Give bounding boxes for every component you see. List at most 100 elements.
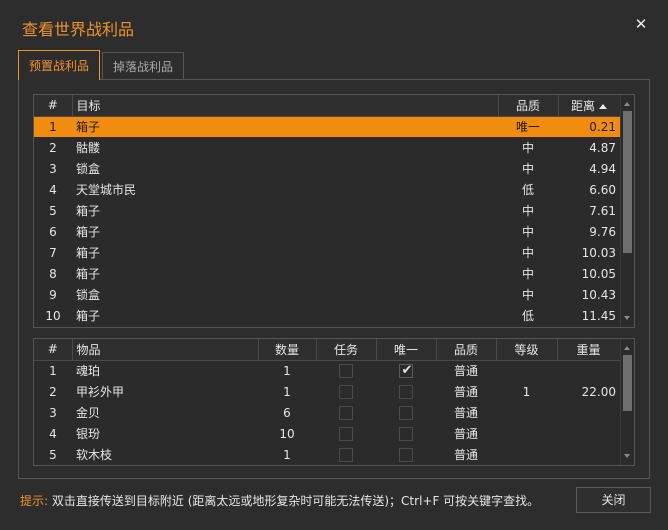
- items-grid[interactable]: # 物品 数量 任务 唯一 品质 等级 重量 1 魂珀 1 ✔ 普通 2 甲衫外甲 1 普通 1 2…: [33, 338, 635, 466]
- column-header-level[interactable]: 等级: [496, 339, 558, 361]
- quest-checkbox[interactable]: [339, 426, 353, 441]
- item-level: 1: [522, 384, 531, 399]
- item-weight: [557, 444, 620, 465]
- column-header-item[interactable]: 物品: [72, 339, 259, 361]
- quest-checkbox-cell: [316, 381, 376, 402]
- column-header-quality[interactable]: 品质: [436, 339, 497, 361]
- target-distance: 6.60: [589, 182, 616, 197]
- target-quality: 中: [521, 246, 534, 260]
- targets-scroll-thumb[interactable]: [623, 111, 632, 253]
- table-row[interactable]: 1 箱子 唯一 0.21: [34, 116, 620, 137]
- row-number: 4: [49, 426, 57, 441]
- item-level: [496, 444, 557, 465]
- table-row[interactable]: 3 锁盒 中 4.94: [34, 158, 620, 179]
- table-row[interactable]: 9 锁盒 中 10.43: [34, 284, 620, 305]
- table-row[interactable]: 2 甲衫外甲 1 普通 1 22.00: [34, 381, 620, 402]
- item-name: 银玢: [76, 427, 101, 441]
- table-row[interactable]: 6 箱子 中 9.76: [34, 221, 620, 242]
- item-level: [496, 402, 557, 423]
- item-quality: 普通: [453, 406, 478, 420]
- unique-checkbox[interactable]: [399, 384, 413, 399]
- column-header-unique[interactable]: 唯一: [376, 339, 437, 361]
- item-count: 1: [283, 384, 291, 399]
- row-number: 2: [49, 384, 57, 399]
- quest-checkbox[interactable]: [339, 447, 353, 462]
- table-row[interactable]: 5 箱子 中 7.61: [34, 200, 620, 221]
- targets-grid[interactable]: # 目标 品质 距离 1 箱子 唯一 0.21 2 骷髅中 4.87 3 锁盒中 4.94 4 天堂城…: [33, 94, 635, 328]
- item-name: 魂珀: [76, 364, 101, 379]
- target-distance: 10.05: [581, 266, 616, 281]
- table-row[interactable]: 2 骷髅 中 4.87: [34, 137, 620, 158]
- tab-dropped-loot[interactable]: 掉落战利品: [102, 52, 185, 80]
- row-number: 5: [49, 203, 57, 218]
- item-quality: 普通: [453, 364, 478, 379]
- column-header-distance-label: 距离: [570, 98, 595, 113]
- column-header-target[interactable]: 目标: [72, 95, 499, 117]
- sort-ascending-icon: [599, 103, 607, 109]
- column-header-quality[interactable]: 品质: [498, 95, 559, 117]
- target-quality: 中: [521, 141, 534, 155]
- close-icon[interactable]: ✕: [634, 17, 648, 32]
- targets-scrollbar[interactable]: [620, 95, 634, 327]
- item-quality: 普通: [453, 427, 478, 441]
- unique-checkbox[interactable]: [399, 405, 413, 420]
- table-row[interactable]: 1 魂珀 1 ✔ 普通: [34, 360, 620, 381]
- quest-checkbox[interactable]: [339, 384, 353, 399]
- items-scroll-thumb[interactable]: [623, 355, 632, 411]
- scroll-down-icon[interactable]: [624, 454, 630, 458]
- row-number: 9: [49, 287, 57, 302]
- row-number: 5: [49, 447, 57, 462]
- unique-checkbox-cell: [376, 444, 436, 465]
- target-distance: 11.45: [581, 308, 616, 323]
- table-row[interactable]: 3 金贝 6 普通: [34, 402, 620, 423]
- hint-label: 提示:: [20, 494, 49, 508]
- item-level: [496, 360, 557, 381]
- target-distance: 4.87: [589, 140, 616, 155]
- scroll-up-icon[interactable]: [624, 346, 630, 350]
- scroll-down-icon[interactable]: [624, 316, 630, 320]
- targets-table: # 目标 品质 距离 1 箱子 唯一 0.21 2 骷髅中 4.87 3 锁盒中 4.94 4 天堂城…: [34, 95, 621, 326]
- target-name: 箱子: [76, 267, 101, 281]
- target-quality: 中: [521, 267, 534, 281]
- unique-checkbox-cell: [376, 381, 436, 402]
- item-count: 6: [283, 405, 291, 420]
- table-row[interactable]: 5 软木枝 1 普通: [34, 444, 620, 465]
- column-header-count[interactable]: 数量: [258, 339, 317, 361]
- target-name: 箱子: [76, 246, 101, 260]
- target-name: 箱子: [72, 116, 498, 137]
- close-button[interactable]: 关闭: [576, 487, 651, 513]
- table-row[interactable]: 4 天堂城市民 低 6.60: [34, 179, 620, 200]
- row-number: 2: [49, 140, 57, 155]
- tab-preset-loot[interactable]: 预置战利品: [18, 50, 101, 80]
- hint-text: 提示: 双击直接传送到目标附近 (距离太远或地形复杂时可能无法传送)；Ctrl+…: [20, 492, 539, 509]
- unique-checkbox[interactable]: [399, 447, 413, 462]
- column-header-weight[interactable]: 重量: [557, 339, 621, 361]
- table-row[interactable]: 7 箱子 中 10.03: [34, 242, 620, 263]
- quest-checkbox[interactable]: [339, 405, 353, 420]
- quest-checkbox-cell: [316, 444, 376, 465]
- scroll-up-icon[interactable]: [624, 102, 630, 106]
- items-scrollbar[interactable]: [620, 339, 634, 465]
- row-number: 4: [49, 182, 57, 197]
- column-header-quest[interactable]: 任务: [316, 339, 377, 361]
- unique-checkbox[interactable]: [399, 426, 413, 441]
- unique-checkbox[interactable]: ✔: [399, 363, 413, 378]
- target-name: 天堂城市民: [76, 183, 137, 197]
- target-distance: 4.94: [589, 161, 616, 176]
- unique-checkbox-cell: [376, 402, 436, 423]
- column-header-number[interactable]: #: [34, 339, 73, 361]
- tab-panel: # 目标 品质 距离 1 箱子 唯一 0.21 2 骷髅中 4.87 3 锁盒中 4.94 4 天堂城…: [18, 79, 650, 479]
- table-row[interactable]: 8 箱子 中 10.05: [34, 263, 620, 284]
- item-count: 1: [283, 447, 291, 462]
- column-header-distance[interactable]: 距离: [558, 95, 621, 117]
- table-row[interactable]: 10 箱子 低 11.45: [34, 305, 620, 326]
- item-weight: [557, 360, 620, 381]
- item-count: 10: [279, 426, 295, 441]
- row-number: 1: [34, 116, 72, 137]
- unique-checkbox-cell: [376, 423, 436, 444]
- column-header-number[interactable]: #: [34, 95, 73, 117]
- table-row[interactable]: 4 银玢 10 普通: [34, 423, 620, 444]
- window-title: 查看世界战利品: [22, 20, 135, 39]
- row-number: 3: [49, 405, 57, 420]
- quest-checkbox[interactable]: [339, 364, 353, 378]
